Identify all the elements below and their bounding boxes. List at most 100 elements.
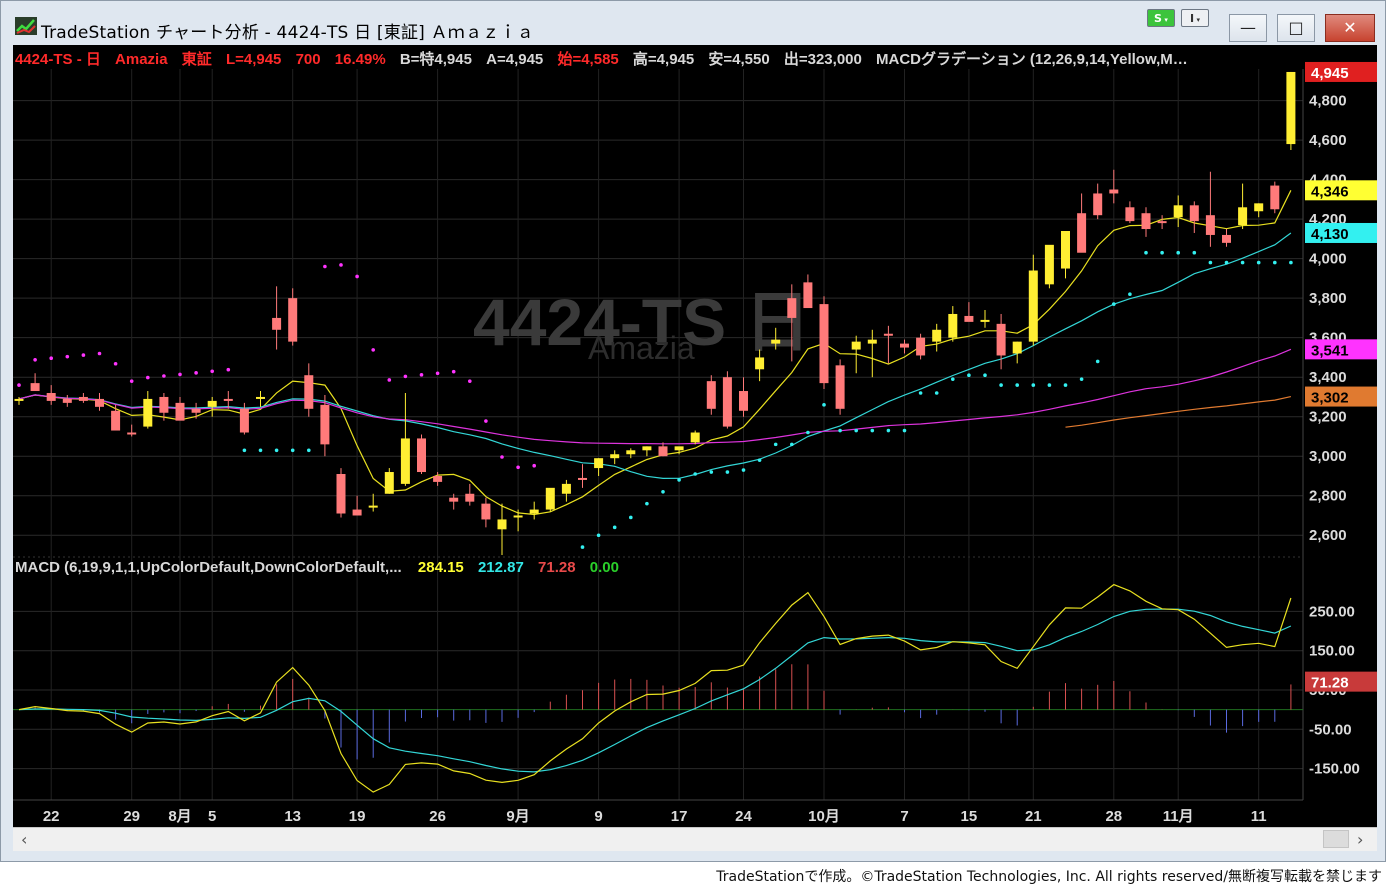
header-open: 始=4,585 [557,50,618,68]
sar-dot [1112,302,1116,306]
sar-dot [210,369,214,374]
sar-dot [242,448,247,453]
sar-dot [1128,292,1132,297]
maximize-button[interactable]: □ [1277,14,1315,42]
sar-dot [854,428,858,433]
time-tick-label: 26 [429,808,446,825]
sar-dot [725,470,730,474]
sar-dot [1256,260,1261,265]
price-tick-label: 4,600 [1309,132,1347,149]
macd-header: MACD (6,19,9,1,1,UpColorDefault,DownColo… [15,559,619,576]
sar-dot [902,428,907,433]
sar-dot [612,525,617,530]
candle-body [175,402,185,421]
horizontal-scrollbar[interactable]: ‹ › [13,827,1377,851]
chart-canvas[interactable]: 4424-TS 日 Amazia 4,8004,6004,4004,2004,0… [13,45,1377,827]
price-marker-label: 4,945 [1311,65,1349,82]
scroll-right-icon[interactable]: › [1357,830,1363,849]
info-button[interactable]: I ▾ [1181,9,1209,27]
sar-dot [371,348,376,352]
candle-body [706,381,716,409]
candle-body [1077,213,1087,253]
candle-body [513,515,523,518]
candle-body [722,377,732,427]
sar-dot [838,428,842,433]
candle-body [626,450,636,455]
sar-dot [468,379,472,383]
sar-dot [162,374,166,378]
time-tick-label: 29 [123,808,140,825]
candle-body [1286,71,1296,145]
candle-body [1044,244,1054,285]
sar-dot [1144,250,1148,255]
price-marker-label: 4,346 [1311,183,1349,200]
sar-dot [886,428,891,433]
watermark-name: Amazia [588,330,695,366]
sar-dot [951,377,955,381]
candle-body [272,317,282,330]
candle-body [223,398,233,401]
candle-body [320,404,330,445]
sar-dot [65,354,70,359]
header-pct: 16.49% [335,51,386,68]
sar-dot [580,545,585,549]
sar-dot [645,501,649,506]
sar-dot [1240,260,1245,265]
scroll-left-icon[interactable]: ‹ [21,830,27,849]
sar-dot [1224,260,1229,265]
sar-dot [516,465,520,470]
time-tick-label: 11 [1251,808,1267,825]
scroll-thumb[interactable] [1323,830,1349,848]
time-tick-label: 9月 [506,808,529,825]
candle-body [368,505,378,508]
candle-body [384,472,394,494]
header-last: L=4,945 [226,51,281,68]
macd-tick-label: 250.00 [1309,603,1355,620]
candle-body [900,343,909,348]
header-line: 4424-TS - 日 Amazia 東証 L=4,945 700 16.49%… [15,50,1188,68]
candle-body [690,432,700,443]
macd-line [18,583,1292,793]
candle-body [755,357,765,370]
header-name: Amazia [115,51,168,68]
candle-body [739,391,748,411]
close-icon: ✕ [1343,18,1357,37]
sar-dot [387,378,392,382]
minimize-button[interactable]: — [1229,14,1267,42]
header-high: 高=4,945 [633,50,694,68]
candle-body [1173,205,1183,218]
grid-lines [13,69,1304,801]
sar-dot [226,367,231,372]
candle-body [1125,207,1135,222]
sar-dot [49,356,53,361]
candle-body [433,475,443,482]
candle-body [594,458,604,469]
sar-dot [97,351,102,356]
price-marker-label: 3,541 [1311,342,1349,359]
candle-body [30,383,40,392]
sar-dot [33,358,37,362]
candle-body [159,396,169,413]
price-tick-label: 3,000 [1309,448,1347,465]
time-tick-label: 5 [208,808,216,825]
sar-dot [677,478,681,482]
sar-dot [532,463,536,468]
close-button[interactable]: ✕ [1325,14,1375,42]
chart-area[interactable]: 4424-TS 日 Amazia 4,800 4,600 4,400 4,200 4,0… [13,45,1377,827]
symbol-link-button[interactable]: S ▾ [1147,9,1175,27]
minimize-icon: — [1240,18,1256,37]
sar-dot [693,472,697,476]
candle-body [1093,193,1103,216]
header-low: 安=4,550 [708,50,769,68]
price-marker-label: 3,302 [1311,390,1349,407]
candle-body [95,398,104,407]
sar-dot [1031,383,1036,387]
sar-dot [113,361,118,366]
price-tick-label: 4,800 [1309,93,1347,110]
candle-body [14,398,24,401]
tradestation-app-icon [15,17,37,35]
time-tick-label: 10月 [808,808,840,825]
sar-dot [403,374,408,379]
candle-body [449,497,459,502]
sar-dot [773,442,778,447]
